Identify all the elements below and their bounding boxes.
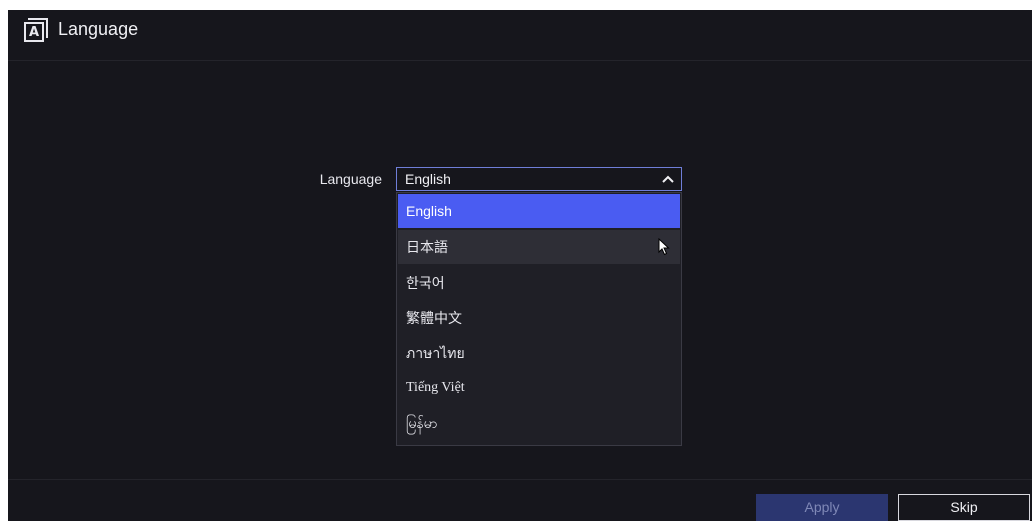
- skip-button[interactable]: Skip: [898, 494, 1030, 521]
- language-option-english[interactable]: English: [398, 194, 680, 228]
- language-option-label: 日本語: [406, 239, 448, 255]
- apply-button[interactable]: Apply: [756, 494, 888, 521]
- language-setup-window: A Language Language English English 日本語 …: [8, 10, 1032, 521]
- footer-divider: [8, 479, 1032, 480]
- language-option-burmese[interactable]: မြန်မာ: [398, 406, 680, 440]
- language-option-japanese[interactable]: 日本語: [398, 230, 680, 264]
- language-option-korean[interactable]: 한국어: [398, 266, 680, 300]
- language-option-thai[interactable]: ภาษาไทย: [398, 336, 680, 370]
- language-label: Language: [319, 171, 382, 187]
- language-dropdown-list: English 日本語 한국어 繁體中文 ภาษาไทย Tiếng Việt …: [396, 192, 682, 446]
- language-select-value: English: [405, 171, 451, 187]
- language-option-vietnamese[interactable]: Tiếng Việt: [398, 371, 680, 405]
- page-title: Language: [58, 19, 139, 39]
- header-bar: A Language: [8, 10, 1032, 61]
- language-option-traditional-chinese[interactable]: 繁體中文: [398, 301, 680, 335]
- language-icon: A: [24, 18, 48, 42]
- language-select[interactable]: English: [396, 167, 682, 191]
- mouse-pointer-icon: [658, 238, 670, 256]
- chevron-up-icon: [662, 175, 674, 183]
